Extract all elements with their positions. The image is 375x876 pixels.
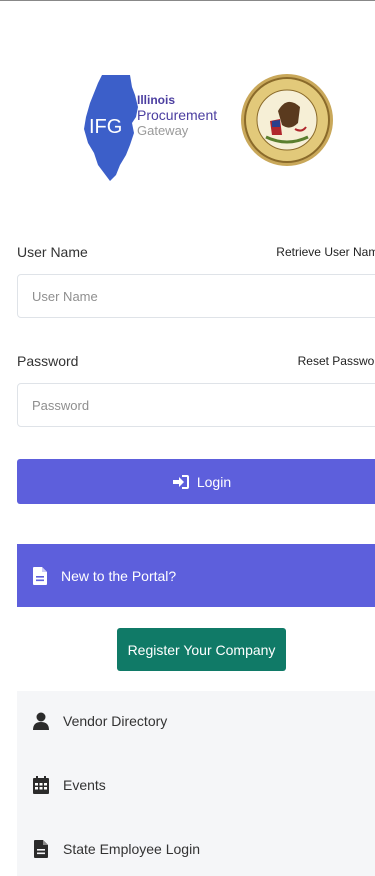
portal-panel: New to the Portal? Register Your Company…: [17, 544, 375, 876]
new-to-portal-title: New to the Portal?: [61, 567, 177, 584]
ipg-line-3: Gateway: [137, 123, 189, 138]
state-employee-login-link[interactable]: State Employee Login: [17, 829, 375, 869]
file-icon: [33, 566, 47, 585]
vendor-directory-label: Vendor Directory: [63, 713, 168, 729]
vendor-directory-link[interactable]: Vendor Directory: [17, 701, 375, 741]
register-area: Register Your Company: [17, 607, 375, 691]
password-label: Password: [17, 353, 79, 369]
register-company-button[interactable]: Register Your Company: [117, 628, 286, 671]
state-seal-icon: [241, 74, 333, 166]
login-button[interactable]: Login: [17, 459, 375, 504]
password-input[interactable]: [17, 383, 375, 427]
username-input[interactable]: [17, 274, 375, 318]
reset-password-link[interactable]: Reset Password: [298, 354, 375, 368]
new-to-portal-header: New to the Portal?: [17, 544, 375, 607]
calendar-icon: [31, 776, 51, 794]
ipg-line-2: Procurement: [137, 107, 218, 123]
ipg-wordmark: Illinois Procurement Gateway: [137, 93, 217, 138]
login-label: Login: [196, 473, 232, 490]
user-icon: [31, 712, 51, 730]
logo-row: IFG Illinois Procurement Gateway: [80, 73, 340, 183]
file-icon: [31, 840, 51, 858]
ipg-logo: IFG Illinois Procurement Gateway: [80, 73, 230, 183]
retrieve-username-link[interactable]: Retrieve User Name: [276, 245, 375, 259]
ipg-line-1: Illinois: [137, 93, 176, 107]
events-link[interactable]: Events: [17, 765, 375, 805]
ipg-monogram: IFG: [89, 116, 122, 138]
username-label: User Name: [17, 244, 88, 260]
sign-in-icon: [172, 474, 189, 489]
login-page: IFG Illinois Procurement Gateway User Na…: [0, 0, 375, 876]
events-label: Events: [63, 777, 106, 793]
state-employee-login-label: State Employee Login: [63, 841, 200, 857]
